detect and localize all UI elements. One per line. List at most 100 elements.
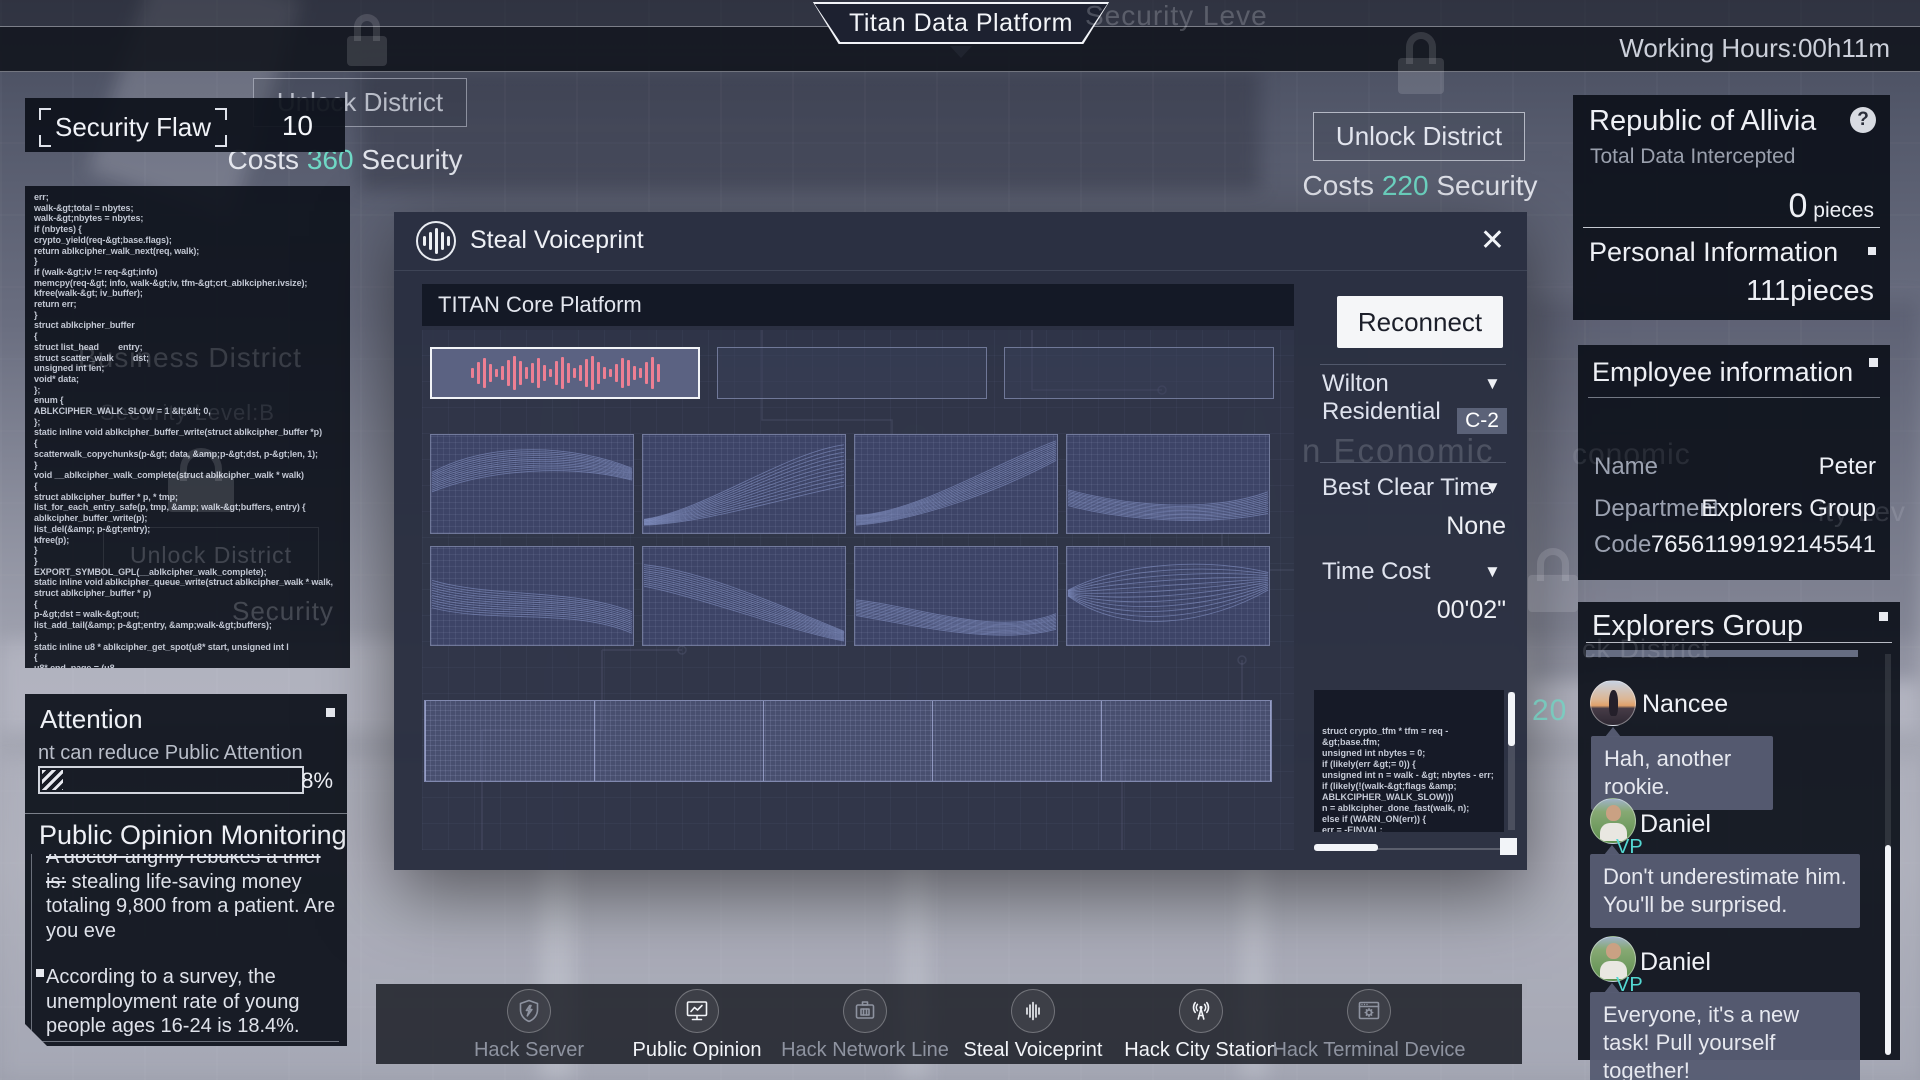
wave-sample-6[interactable] bbox=[642, 546, 846, 646]
live-code-text: struct crypto_tfm * tfm = req - &gt;base… bbox=[1322, 726, 1496, 832]
personal-info-label: Personal Information bbox=[1589, 237, 1838, 268]
voiceprint-slot-2[interactable] bbox=[717, 347, 987, 399]
data-intercepted-value: 0 pieces bbox=[1789, 187, 1874, 226]
panel-corner-marker bbox=[326, 708, 335, 717]
time-cost-dropdown[interactable]: Time Cost bbox=[1322, 558, 1430, 586]
platform-title-badge: Titan Data Platform bbox=[800, 2, 1122, 44]
employee-row-value: Explorers Group bbox=[1701, 495, 1876, 523]
chat-sender-name: Daniel bbox=[1640, 948, 1711, 977]
wave-sample-4[interactable] bbox=[1066, 434, 1270, 534]
steal-voiceprint-modal: Steal Voiceprint ✕ TITAN Core Platform bbox=[394, 212, 1527, 870]
wave-sample-grid bbox=[430, 434, 1270, 646]
divider bbox=[1320, 462, 1506, 463]
wave-sample-5[interactable] bbox=[430, 546, 634, 646]
chevron-down-icon[interactable]: ▼ bbox=[1484, 562, 1501, 582]
voiceprint-slot-1[interactable] bbox=[430, 347, 700, 399]
panel-corner-marker bbox=[1869, 358, 1878, 367]
data-intercepted-label: Total Data Intercepted bbox=[1590, 145, 1795, 169]
platform-title: Titan Data Platform bbox=[849, 9, 1073, 38]
wave-sample-1[interactable] bbox=[430, 434, 634, 534]
chat-scroll-track-top bbox=[1586, 650, 1858, 657]
employee-row-label: Name bbox=[1594, 453, 1658, 481]
personal-info-value: 111pieces bbox=[1746, 275, 1874, 308]
voiceprint-waveform bbox=[471, 349, 660, 397]
intrusion-code-panel: err; walk-&gt;total = nbytes; walk-&gt;n… bbox=[25, 186, 350, 668]
district-dropdown[interactable]: WiltonResidential bbox=[1322, 370, 1441, 426]
panel-corner-marker bbox=[1879, 612, 1888, 621]
chevron-down-icon[interactable]: ▼ bbox=[1484, 374, 1501, 394]
working-hours: Working Hours:00h11m bbox=[1619, 33, 1890, 64]
attention-progress-fill bbox=[42, 770, 63, 790]
news-list: A doctor angrily rebukes a thief is: ste… bbox=[31, 854, 339, 1042]
public-opinion-title: Public Opinion Monitoring bbox=[39, 820, 347, 851]
close-icon[interactable]: ✕ bbox=[1480, 222, 1505, 260]
resize-handle bbox=[1500, 838, 1517, 855]
badge-notch bbox=[950, 46, 972, 58]
chevron-down-icon[interactable]: ▼ bbox=[1484, 478, 1501, 498]
republic-stats-panel: Republic of Allivia ? Total Data Interce… bbox=[1573, 95, 1890, 320]
attention-percent: 8% bbox=[301, 768, 333, 794]
security-flaw-label: Security Flaw bbox=[41, 110, 225, 145]
avatar bbox=[1590, 680, 1636, 726]
live-code-panel: struct crypto_tfm * tfm = req - &gt;base… bbox=[1314, 690, 1504, 832]
wave-sample-3[interactable] bbox=[854, 434, 1058, 534]
toolbar-public-opinion[interactable]: Public Opinion bbox=[613, 984, 781, 1064]
game-screen: Unlock District Titan Data Platform Work… bbox=[0, 0, 1920, 1080]
chat-group-title: Explorers Group bbox=[1592, 610, 1803, 643]
code-scrollbar-thumb[interactable] bbox=[1508, 692, 1515, 746]
analysis-strip bbox=[424, 700, 1272, 782]
network-device-icon bbox=[843, 989, 887, 1033]
reconnect-button[interactable]: Reconnect bbox=[1337, 296, 1503, 348]
unlock-district-button-right[interactable]: Unlock District bbox=[1313, 112, 1525, 161]
panel-corner-marker bbox=[1868, 247, 1876, 255]
best-clear-time-dropdown[interactable]: Best Clear Time bbox=[1322, 474, 1493, 502]
employee-row-label: Code bbox=[1594, 531, 1651, 559]
divider bbox=[1320, 364, 1506, 365]
employee-row-value: 76561199192145541 bbox=[1651, 531, 1876, 559]
attention-title: Attention bbox=[40, 704, 143, 735]
monitor-chart-icon bbox=[675, 989, 719, 1033]
attention-panel: Attention nt can reduce Public Attention… bbox=[25, 694, 347, 1046]
divider bbox=[1586, 642, 1892, 643]
wave-sample-7[interactable] bbox=[854, 546, 1058, 646]
chat-message: Don't underestimate him. You'll be surpr… bbox=[1590, 854, 1860, 928]
modal-header: Steal Voiceprint ✕ bbox=[394, 212, 1527, 271]
toolbar-hack-network-line[interactable]: Hack Network Line bbox=[781, 984, 949, 1064]
toolbar-hack-terminal-device[interactable]: Hack Terminal Device bbox=[1285, 984, 1453, 1064]
wave-sample-2[interactable] bbox=[642, 434, 846, 534]
employee-row-value: Peter bbox=[1819, 453, 1876, 481]
attention-description: nt can reduce Public Attention bbox=[38, 742, 303, 765]
platform-header-bar: TITAN Core Platform bbox=[422, 284, 1294, 326]
chat-scrollbar-thumb[interactable] bbox=[1885, 845, 1891, 1055]
chat-sender-name: Daniel bbox=[1640, 810, 1711, 839]
toolbar-hack-server[interactable]: Hack Server bbox=[445, 984, 613, 1064]
best-clear-time-value: None bbox=[1320, 512, 1506, 541]
employee-info-panel: Employee information Name Peter Departme… bbox=[1578, 345, 1890, 580]
voiceprint-workspace bbox=[422, 330, 1294, 850]
divider bbox=[25, 813, 347, 814]
shield-bolt-icon bbox=[507, 989, 551, 1033]
news-item: According to a survey, the unemployment … bbox=[46, 965, 339, 1042]
voiceprint-icon bbox=[1011, 989, 1055, 1033]
voiceprint-slots bbox=[430, 347, 1274, 399]
wave-sample-8[interactable] bbox=[1066, 546, 1270, 646]
employee-info-title: Employee information bbox=[1592, 357, 1853, 388]
news-bullet bbox=[36, 969, 44, 977]
toolbar-hack-city-station[interactable]: Hack City Station bbox=[1117, 984, 1285, 1064]
news-item: A doctor angrily rebukes a thief is: ste… bbox=[46, 854, 339, 943]
divider bbox=[1583, 227, 1880, 228]
browser-gear-icon bbox=[1347, 989, 1391, 1033]
voiceprint-icon bbox=[416, 221, 456, 261]
district-code-badge: C-2 bbox=[1457, 408, 1507, 434]
chat-sender-name: Nancee bbox=[1642, 690, 1728, 719]
code-hscrollbar-thumb[interactable] bbox=[1314, 844, 1378, 851]
voiceprint-slot-3[interactable] bbox=[1004, 347, 1274, 399]
security-flaw-value: 10 bbox=[282, 110, 313, 142]
unlock-cost-right: Costs 220 Security bbox=[1280, 170, 1560, 202]
chat-message: Everyone, it's a new task! Pull yourself… bbox=[1590, 992, 1860, 1080]
cost-value: 220 bbox=[1382, 170, 1429, 201]
divider bbox=[1588, 397, 1880, 398]
help-icon[interactable]: ? bbox=[1850, 107, 1876, 133]
modal-title: Steal Voiceprint bbox=[470, 226, 644, 255]
toolbar-steal-voiceprint[interactable]: Steal Voiceprint bbox=[949, 984, 1117, 1064]
